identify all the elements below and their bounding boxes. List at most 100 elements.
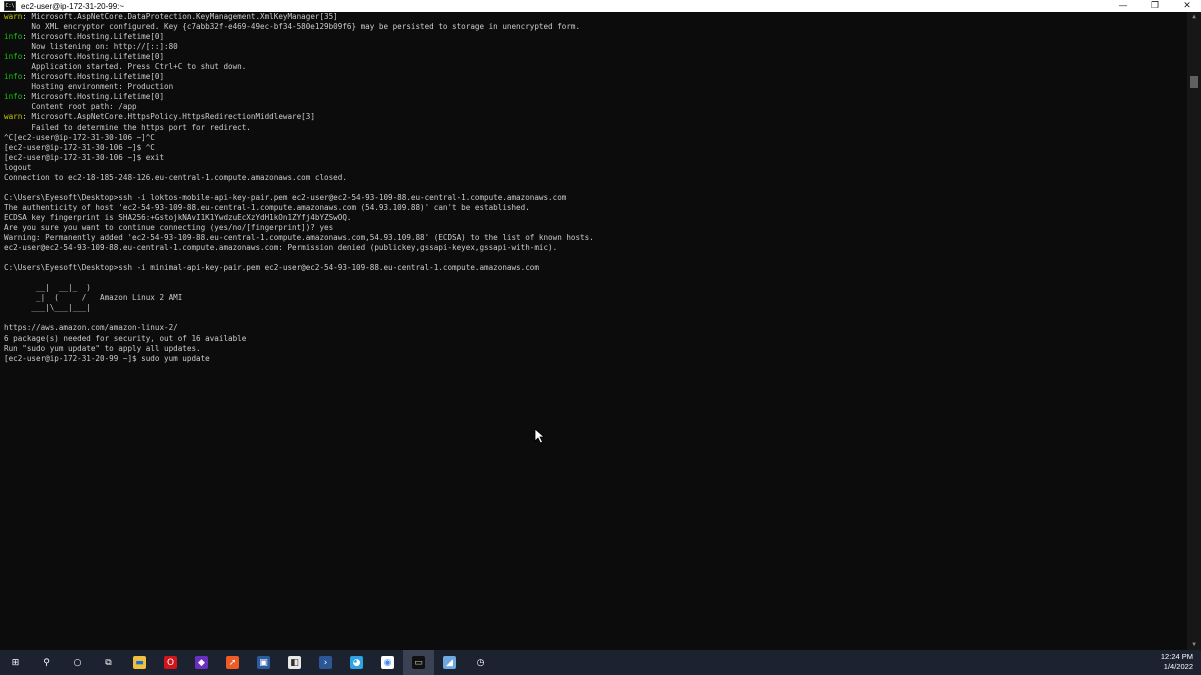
terminal-line-text: : Microsoft.AspNetCore.DataProtection.Ke… [22,12,338,21]
chrome-icon: ◉ [381,656,394,669]
log-level-info: info [4,92,23,102]
log-level-warn: warn [4,12,23,21]
terminal-line: info: Microsoft.Hosting.Lifetime[0] [4,52,1187,62]
terminal-line-text: logout [4,162,32,172]
terminal-line-text: Content root path: /app [4,102,137,112]
mouse-pointer-icon [534,428,546,444]
terminal-line-text: C:\Users\Eyesoft\Desktop>ssh -i minimal-… [4,263,539,273]
terminal-line: Hosting environment: Production [4,82,1187,92]
scroll-up-icon[interactable]: ▲ [1187,12,1201,22]
terminal-line: [ec2-user@ip-172-31-30-106 ~]$ exit [4,153,1187,163]
app-gray-button[interactable]: ◧ [279,650,310,675]
terminal-line: ECDSA key fingerprint is SHA256:+GstojkN… [4,213,1187,223]
postman-button[interactable]: ➚ [217,650,248,675]
maximize-button[interactable]: ❐ [1149,1,1161,11]
terminal-line: [ec2-user@ip-172-31-20-99 ~]$ sudo yum u… [4,354,1187,364]
terminal-line: Connection to ec2-18-185-248-126.eu-cent… [4,173,1187,183]
log-level-info: info [4,32,23,42]
command-prompt-app-icon: C:\ [4,1,16,11]
cortana-button[interactable]: ○ [62,650,93,675]
chrome-button[interactable]: ◉ [372,650,403,675]
terminal-line-text: Application started. Press Ctrl+C to shu… [4,62,247,72]
scroll-thumb[interactable] [1190,76,1198,88]
log-level-info: info [4,52,23,62]
app-blue-square-button[interactable]: ▣ [248,650,279,675]
gray-app-icon: ◧ [288,656,301,669]
terminal-line-text: No XML encryptor configured. Key {c7abb3… [4,22,581,32]
terminal-line-text: Failed to determine the https port for r… [4,122,251,132]
start-button[interactable]: ⊞ [0,650,31,675]
terminal-line-text: Connection to ec2-18-185-248-126.eu-cent… [4,172,347,182]
folder-icon: ▬ [133,656,146,669]
app-bird-button[interactable]: ◕ [341,650,372,675]
vertical-scrollbar[interactable]: ▲ ▼ [1187,12,1201,650]
terminal-line: ___|\___|___| [4,303,1187,313]
close-button[interactable]: ✕ [1181,1,1193,11]
terminal-line-text: : Microsoft.Hosting.Lifetime[0] [22,32,165,42]
bird-app-icon: ◕ [350,656,363,669]
app-clock-button[interactable]: ◷ [465,650,496,675]
document-app-icon: ◢ [443,656,456,669]
terminal-line-text: https://aws.amazon.com/amazon-linux-2/ [4,323,178,333]
task-view-button[interactable]: ⧉ [93,650,124,675]
terminal-line: [ec2-user@ip-172-31-30-106 ~]$ ^C [4,143,1187,153]
scroll-down-icon[interactable]: ▼ [1187,640,1201,650]
terminal-line-text: 6 package(s) needed for security, out of… [4,333,247,343]
command-prompt-button[interactable]: ▭ [403,650,434,675]
terminal-line-text: ___|\___|___| [4,303,91,313]
terminal-line-text: ECDSA key fingerprint is SHA256:+GstojkN… [4,212,352,222]
terminal-output[interactable]: warn: Microsoft.AspNetCore.DataProtectio… [0,12,1187,650]
terminal-line: warn: Microsoft.AspNetCore.HttpsPolicy.H… [4,112,1187,122]
powershell-button[interactable]: › [310,650,341,675]
terminal-line: Are you sure you want to continue connec… [4,223,1187,233]
terminal-line: Application started. Press Ctrl+C to shu… [4,62,1187,72]
terminal-line-text: [ec2-user@ip-172-31-30-106 ~]$ ^C [4,142,155,152]
terminal-line-text: [ec2-user@ip-172-31-20-99 ~]$ sudo yum u… [4,353,210,363]
window-titlebar[interactable]: C:\ ec2-user@ip-172-31-20-99:~ — ❐ ✕ [0,0,1201,12]
terminal-line: https://aws.amazon.com/amazon-linux-2/ [4,323,1187,333]
terminal-lines: warn: Microsoft.AspNetCore.DataProtectio… [0,12,1187,364]
powershell-icon: › [319,656,332,669]
log-level-info: info [4,72,23,82]
terminal-line: Now listening on: http://[::]:80 [4,42,1187,52]
terminal-line: info: Microsoft.Hosting.Lifetime[0] [4,72,1187,82]
terminal-line: C:\Users\Eyesoft\Desktop>ssh -i minimal-… [4,263,1187,273]
terminal-line-text: : Microsoft.Hosting.Lifetime[0] [22,52,165,62]
terminal-line-text: : Microsoft.Hosting.Lifetime[0] [22,92,165,102]
opera-button[interactable]: O [155,650,186,675]
terminal-line: info: Microsoft.Hosting.Lifetime[0] [4,32,1187,42]
system-clock[interactable]: 12:24 PM 1/4/2022 [1153,652,1193,672]
minimize-button[interactable]: — [1117,1,1129,11]
terminal-line: Content root path: /app [4,102,1187,112]
terminal-line: Run "sudo yum update" to apply all updat… [4,344,1187,354]
terminal-line: C:\Users\Eyesoft\Desktop>ssh -i loktos-m… [4,193,1187,203]
search-button[interactable]: ⚲ [31,650,62,675]
terminal-line-text: The authenticity of host 'ec2-54-93-109-… [4,202,530,212]
terminal-line-text: ec2-user@ec2-54-93-109-88.eu-central-1.c… [4,243,558,253]
terminal-line-text: [ec2-user@ip-172-31-30-106 ~]$ exit [4,152,165,162]
terminal-line: Warning: Permanently added 'ec2-54-93-10… [4,233,1187,243]
app-document-button[interactable]: ◢ [434,650,465,675]
terminal-line-text: __| __|_ ) [4,283,91,293]
window-title: ec2-user@ip-172-31-20-99:~ [21,1,125,11]
file-explorer-button[interactable]: ▬ [124,650,155,675]
visual-studio-icon: ◆ [195,656,208,669]
clock-time: 12:24 PM [1160,652,1193,661]
command-prompt-icon: ▭ [412,656,425,669]
terminal-line: __| __|_ ) [4,283,1187,293]
terminal-line: warn: Microsoft.AspNetCore.DataProtectio… [4,12,1187,22]
terminal-line-text: Hosting environment: Production [4,82,174,92]
terminal-line: ec2-user@ec2-54-93-109-88.eu-central-1.c… [4,243,1187,253]
terminal-line: Failed to determine the https port for r… [4,123,1187,133]
terminal-line-text: Run "sudo yum update" to apply all updat… [4,343,201,353]
opera-icon: O [164,656,177,669]
visual-studio-button[interactable]: ◆ [186,650,217,675]
terminal-line-text: : Microsoft.AspNetCore.HttpsPolicy.Https… [22,112,315,122]
terminal-line: 6 package(s) needed for security, out of… [4,334,1187,344]
clock-date: 1/4/2022 [1163,662,1193,671]
terminal-line-text: Are you sure you want to continue connec… [4,222,334,232]
